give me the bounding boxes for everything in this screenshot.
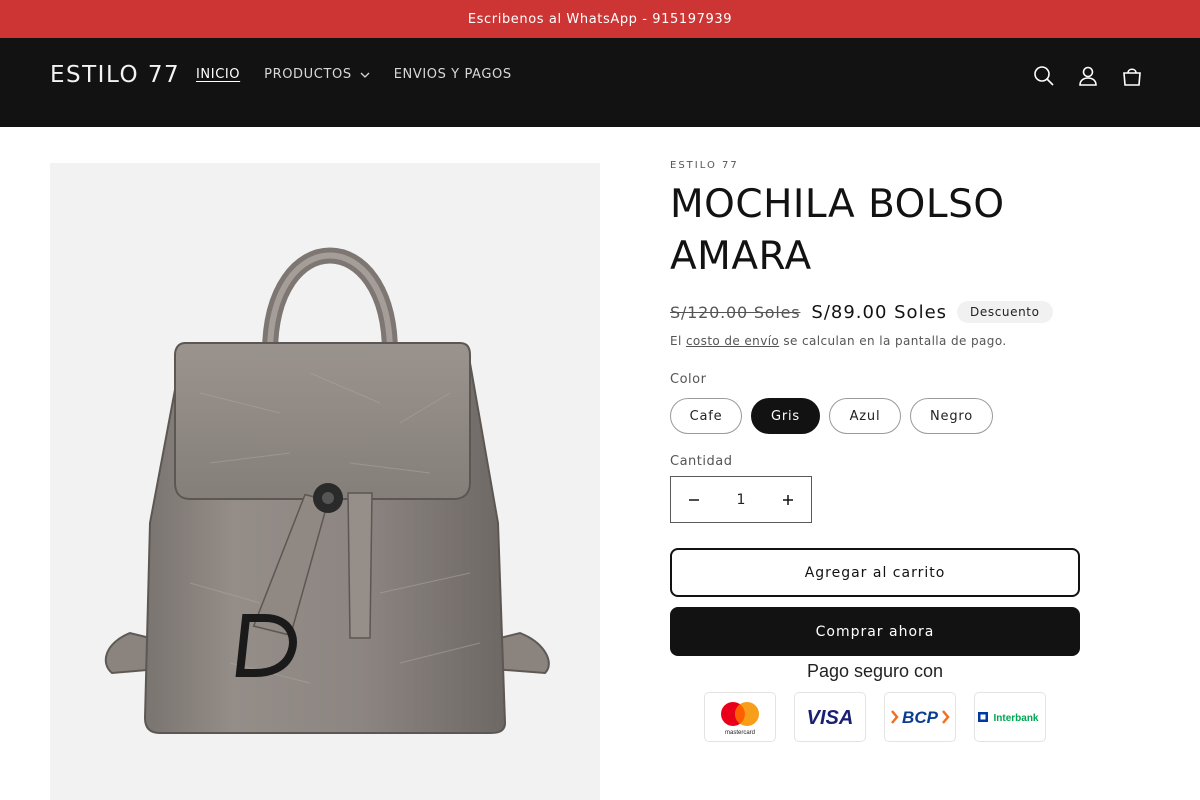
product-info: ESTILO 77 MOCHILA BOLSO AMARA S/120.00 S…	[670, 160, 1080, 742]
buy-now-button[interactable]: Comprar ahora	[670, 607, 1080, 656]
nav-item-label: PRODUCTOS	[264, 67, 352, 82]
color-option-cafe[interactable]: Cafe	[670, 398, 742, 434]
interbank-label: Interbank	[993, 713, 1038, 724]
price-regular: S/120.00 Soles	[670, 302, 801, 322]
quantity-label: Cantidad	[670, 454, 733, 469]
color-options: Cafe Gris Azul Negro	[670, 398, 1080, 434]
color-option-azul[interactable]: Azul	[829, 398, 901, 434]
mastercard-label: mastercard	[725, 730, 755, 736]
shipping-prefix: El	[670, 334, 682, 348]
cart-icon[interactable]	[1110, 62, 1154, 90]
price-row: S/120.00 Soles S/89.00 Soles Descuento	[670, 301, 1080, 323]
account-icon[interactable]	[1066, 62, 1110, 90]
bcp-label: BCP	[902, 708, 939, 727]
visa-icon: VISA	[794, 692, 866, 742]
visa-label: VISA	[807, 707, 854, 729]
shipping-suffix: se calculan en la pantalla de pago.	[783, 334, 1007, 348]
shipping-note: El costo de envío se calculan en la pant…	[670, 334, 1080, 348]
header-icons	[1022, 62, 1154, 90]
announcement-bar: Escribenos al WhatsApp - 915197939	[0, 0, 1200, 38]
backpack-image	[104, 247, 550, 734]
nav-item-productos[interactable]: PRODUCTOS	[264, 67, 370, 82]
secure-payment-title: Pago seguro con	[806, 661, 944, 681]
payment-methods: mastercard VISA BCP Interbank	[670, 692, 1080, 742]
product-title: MOCHILA BOLSO AMARA	[670, 182, 1005, 279]
quantity-input[interactable]: 1	[737, 492, 746, 508]
plus-icon[interactable]	[765, 477, 811, 522]
nav-item-envios[interactable]: ENVIOS Y PAGOS	[394, 67, 512, 82]
price-sale: S/89.00 Soles	[811, 301, 948, 323]
minus-icon[interactable]	[671, 477, 717, 522]
announcement-text: Escribenos al WhatsApp - 915197939	[467, 11, 733, 27]
bcp-icon: BCP	[884, 692, 956, 742]
main-nav: INICIO PRODUCTOS ENVIOS Y PAGOS	[196, 67, 536, 82]
sale-badge: Descuento	[957, 301, 1053, 323]
color-option-negro[interactable]: Negro	[910, 398, 993, 434]
product-vendor: ESTILO 77	[670, 160, 739, 171]
add-to-cart-button[interactable]: Agregar al carrito	[670, 548, 1080, 597]
interbank-icon: Interbank	[974, 692, 1046, 742]
shipping-link[interactable]: costo de envío	[686, 334, 779, 348]
search-icon[interactable]	[1022, 62, 1066, 90]
quantity-stepper: 1	[670, 476, 812, 523]
nav-item-inicio[interactable]: INICIO	[196, 67, 240, 82]
color-option-gris[interactable]: Gris	[751, 398, 820, 434]
mastercard-icon: mastercard	[704, 692, 776, 742]
color-label: Color	[670, 372, 707, 387]
chevron-down-icon	[360, 72, 370, 78]
logo[interactable]: ESTILO 77	[50, 62, 180, 88]
product-image[interactable]	[50, 163, 600, 800]
site-header: ESTILO 77 INICIO PRODUCTOS ENVIOS Y PAGO…	[0, 38, 1200, 127]
